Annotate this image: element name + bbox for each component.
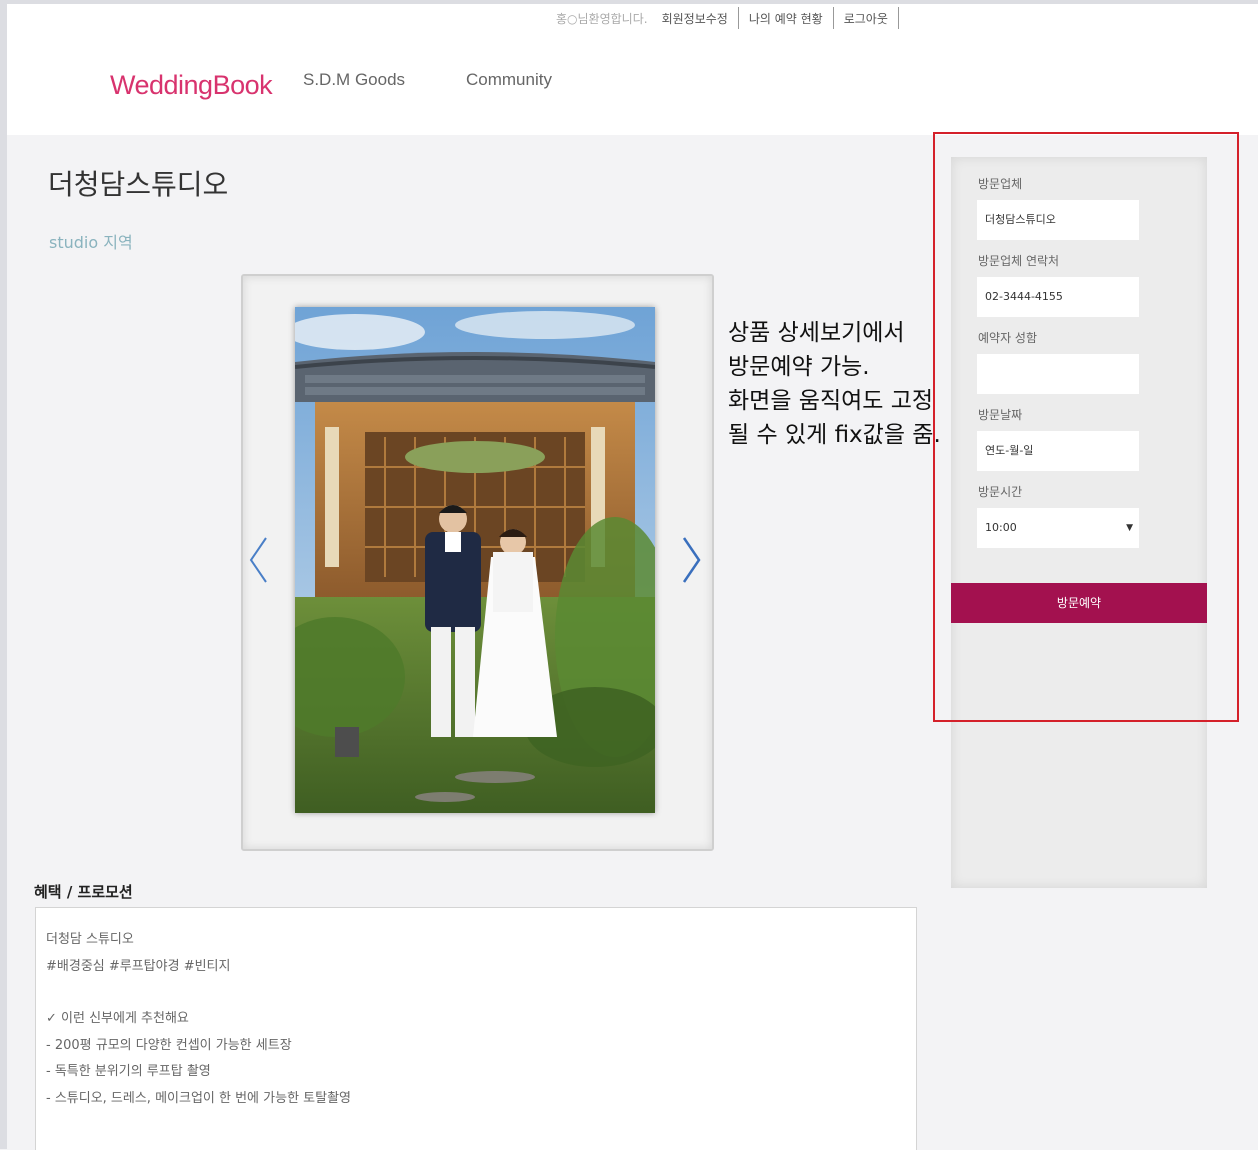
chevron-left-icon: [249, 537, 267, 583]
logout-link[interactable]: 로그아웃: [844, 10, 888, 27]
topbar-divider: [832, 7, 834, 29]
chevron-right-icon: [682, 537, 701, 583]
annotation-line: 될 수 있게 fix값을 줌.: [728, 422, 941, 448]
topbar-divider: [897, 7, 899, 29]
annotation-note: 상품 상세보기에서 방문예약 가능. 화면을 움직여도 고정 될 수 있게 fi…: [728, 316, 941, 452]
window-frame-left: [0, 0, 7, 1149]
annotation-line: 방문예약 가능.: [728, 354, 870, 380]
greeting-text: 홍○님환영합니다.: [556, 11, 648, 26]
promotion-line: 더청담 스튜디오: [46, 932, 134, 947]
studio-region-label: studio 지역: [49, 233, 133, 252]
annotation-line: 상품 상세보기에서: [728, 320, 905, 346]
promotion-line: #배경중심 #루프탑야경 #빈티지: [46, 959, 231, 974]
nav-item-sdm-goods[interactable]: S.D.M Goods: [303, 70, 405, 90]
page-title: 더청담스튜디오: [48, 168, 229, 201]
edit-profile-link[interactable]: 회원정보수정: [662, 10, 728, 27]
site-logo[interactable]: WeddingBook: [110, 70, 273, 101]
gallery-prev-button[interactable]: [248, 536, 268, 592]
promotion-line: ✓ 이런 신부에게 추천해요: [46, 1011, 189, 1026]
highlight-box: [933, 132, 1239, 722]
promotion-heading: 혜택 / 프로모션: [34, 883, 133, 901]
my-reservations-link[interactable]: 나의 예약 현황: [749, 10, 823, 27]
promotion-line: - 200평 규모의 다양한 컨셉이 가능한 세트장: [46, 1038, 292, 1053]
user-topbar: 홍○님환영합니다. 회원정보수정 나의 예약 현황 로그아웃: [556, 6, 909, 30]
promotion-line: - 스튜디오, 드레스, 메이크업이 한 번에 가능한 토탈촬영: [46, 1091, 352, 1106]
nav-item-community[interactable]: Community: [466, 70, 552, 90]
studio-photo: [295, 307, 655, 813]
topbar-divider: [737, 7, 739, 29]
annotation-line: 화면을 움직여도 고정: [728, 388, 934, 414]
promotion-line: - 독특한 분위기의 루프탑 촬영: [46, 1064, 211, 1079]
promotion-textbox[interactable]: 더청담 스튜디오 #배경중심 #루프탑야경 #빈티지 ✓ 이런 신부에게 추천해…: [35, 907, 917, 1150]
gallery-next-button[interactable]: [682, 536, 702, 592]
